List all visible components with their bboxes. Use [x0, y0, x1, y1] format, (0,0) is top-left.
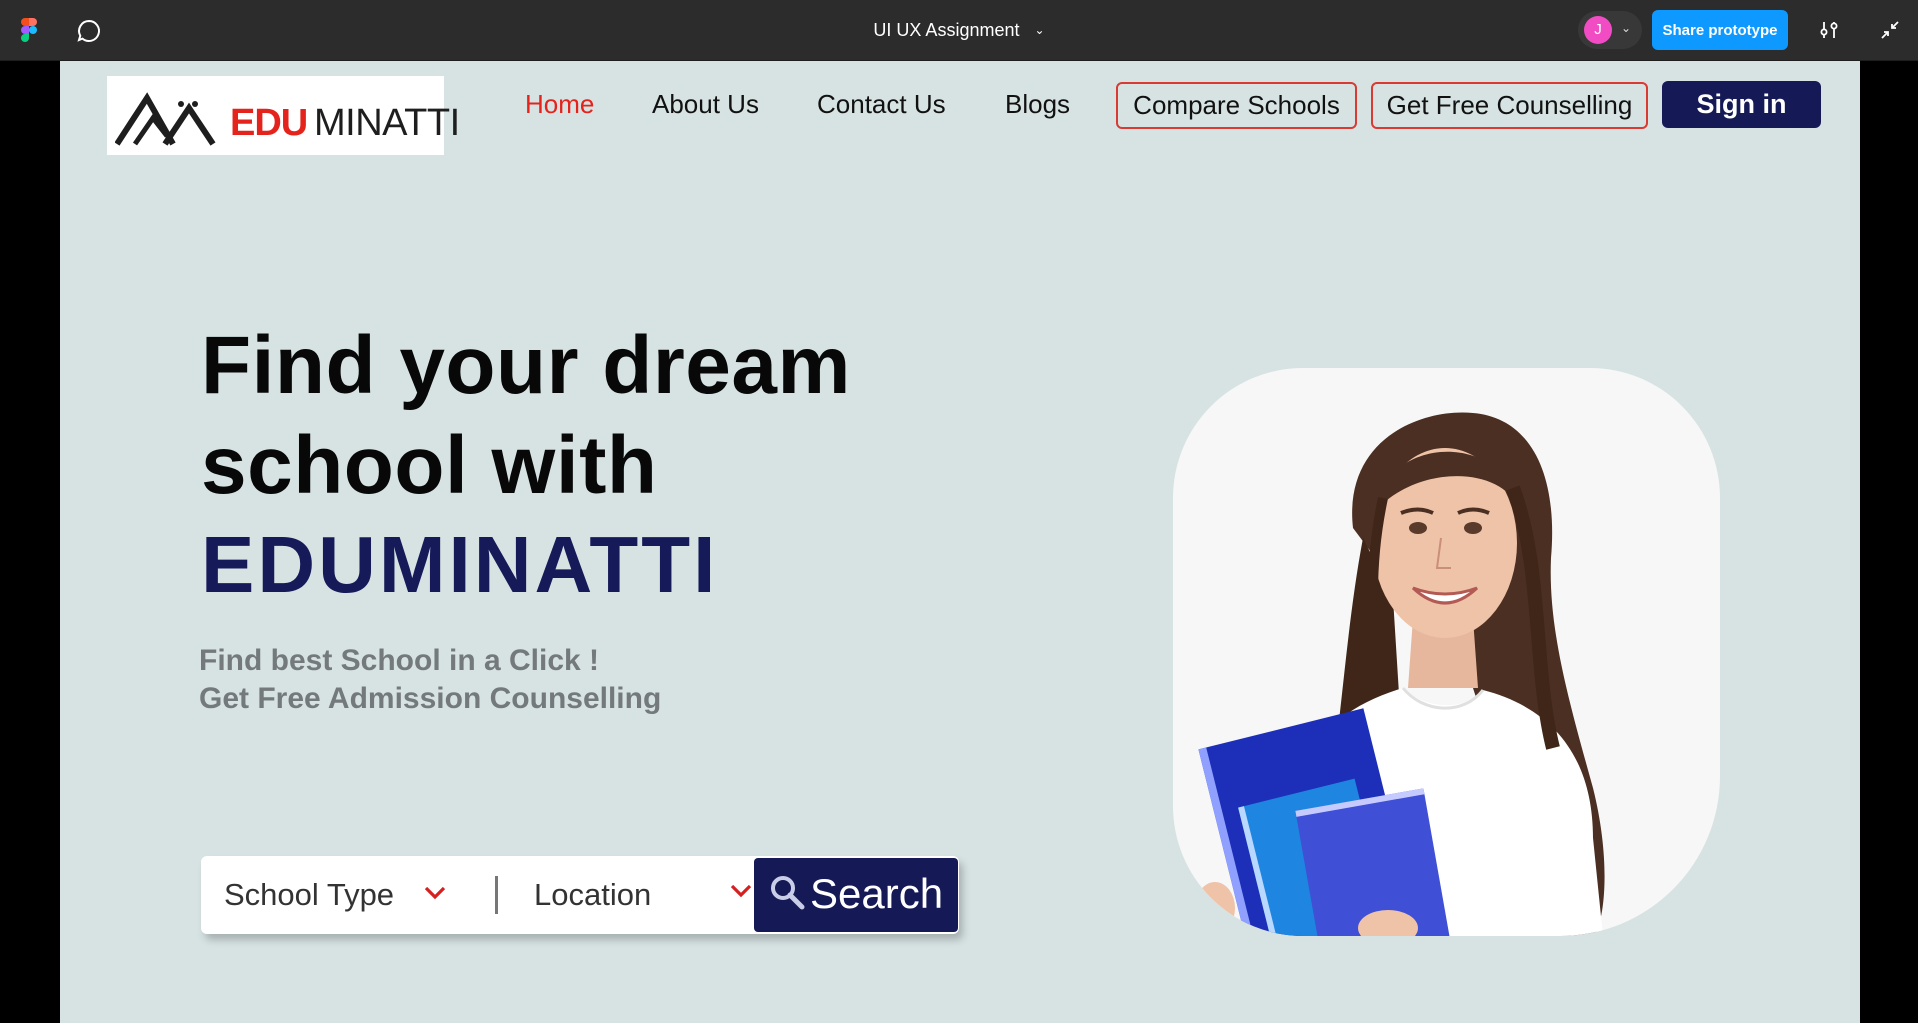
nav-blogs[interactable]: Blogs: [1005, 89, 1070, 120]
share-prototype-button[interactable]: Share prototype: [1652, 10, 1788, 50]
search-button[interactable]: Search: [754, 858, 958, 932]
site-logo[interactable]: EDU MINATTI: [107, 76, 460, 155]
search-divider: [495, 876, 498, 914]
chevron-down-icon: ⌄: [1034, 23, 1045, 37]
hero-subtitle-line2: Get Free Admission Counselling: [199, 682, 662, 715]
nav-about-us[interactable]: About Us: [652, 89, 759, 120]
chevron-down-icon[interactable]: [729, 883, 753, 899]
nav-home[interactable]: Home: [525, 89, 594, 120]
logo-mountain-icon: [115, 92, 216, 146]
settings-sliders-icon[interactable]: [1818, 19, 1840, 41]
avatar: J: [1584, 16, 1612, 44]
chevron-down-icon[interactable]: [423, 885, 447, 901]
free-counselling-button[interactable]: Get Free Counselling: [1371, 82, 1648, 129]
logo-text-minatti: MINATTI: [314, 102, 460, 144]
hero-student-image: [1173, 368, 1720, 936]
hero-heading-line2: school with: [201, 420, 658, 511]
hero-brand-name: EDUMINATTI: [201, 520, 719, 609]
compare-schools-button[interactable]: Compare Schools: [1116, 82, 1357, 129]
chevron-down-icon: ⌄: [1621, 21, 1632, 35]
school-type-select[interactable]: School Type: [224, 877, 394, 913]
collapse-icon[interactable]: [1879, 19, 1901, 41]
document-title-text: UI UX Assignment: [873, 20, 1020, 40]
sign-in-button[interactable]: Sign in: [1662, 81, 1821, 128]
prototype-frame: EDU MINATTI Home About Us Contact Us Blo…: [60, 61, 1860, 1023]
hero-heading-line1: Find your dream: [201, 320, 851, 411]
nav-contact-us[interactable]: Contact Us: [817, 89, 946, 120]
location-select[interactable]: Location: [534, 877, 651, 913]
search-button-label: Search: [810, 870, 944, 917]
school-search-bar: School Type Location Search: [201, 856, 959, 934]
hero-subtitle-line1: Find best School in a Click !: [199, 644, 600, 677]
logo-text-edu: EDU: [230, 102, 308, 144]
figma-toolbar: UI UX Assignment ⌄ J ⌄ Share prototype: [0, 0, 1918, 61]
search-icon: [771, 876, 805, 910]
user-menu[interactable]: J ⌄: [1578, 11, 1642, 49]
